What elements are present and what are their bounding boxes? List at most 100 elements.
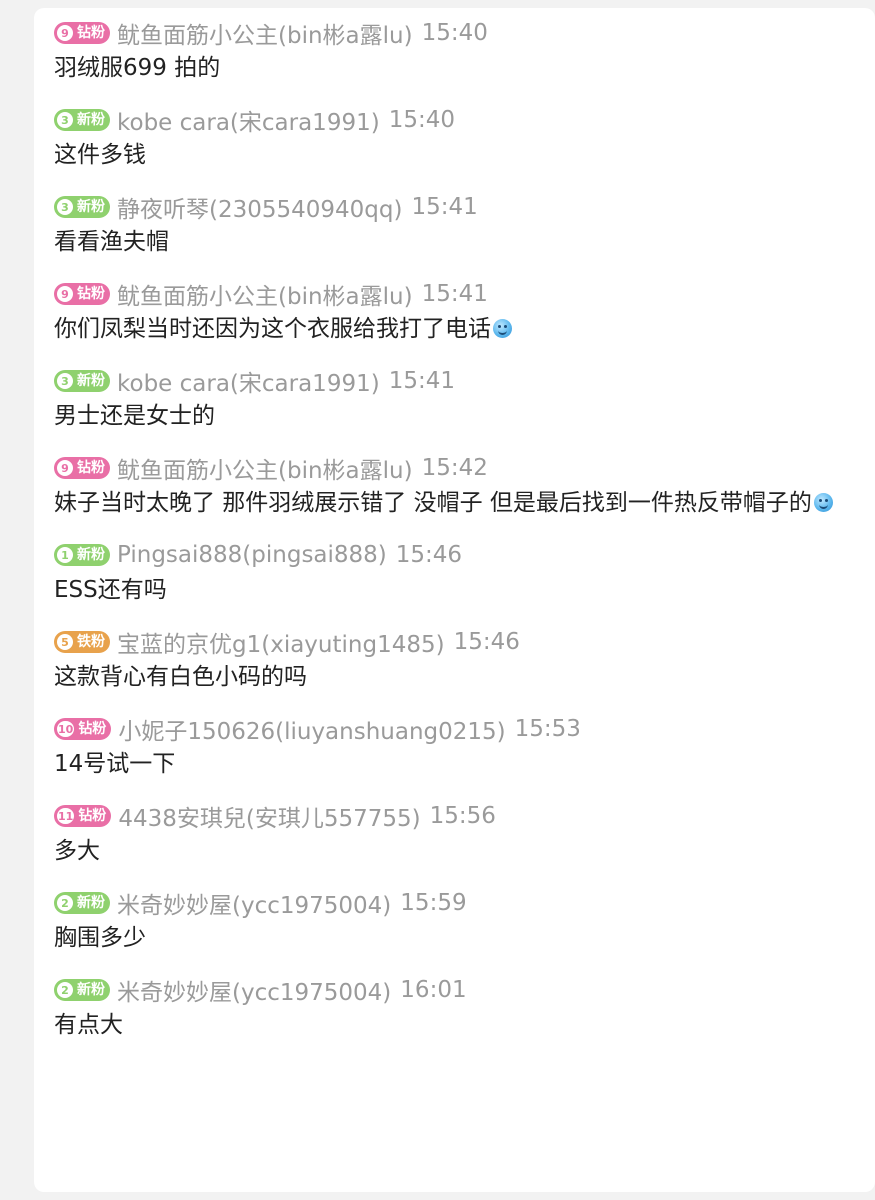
message-text-row: 这件多钱: [54, 137, 844, 173]
username[interactable]: kobe cara(宋cara1991): [117, 103, 380, 137]
username[interactable]: kobe cara(宋cara1991): [117, 364, 380, 398]
message-meta: 11 钻粉 4438安琪兒(安琪儿557755) 15:56: [54, 799, 844, 833]
message-meta: 2 新粉 米奇妙妙屋(ycc1975004) 16:01: [54, 973, 844, 1007]
timestamp: 15:40: [388, 107, 455, 133]
username[interactable]: 静夜听琴(2305540940qq): [117, 190, 402, 224]
message-text-row: 14号试一下: [54, 746, 844, 782]
message-text: 看看渔夫帽: [54, 229, 169, 255]
timestamp: 15:53: [514, 716, 581, 742]
username[interactable]: 小妮子150626(liuyanshuang0215): [118, 712, 505, 746]
badge-label: 钻粉: [78, 808, 107, 824]
message-meta: 9 钻粉 鱿鱼面筋小公主(bin彬a露lu) 15:41: [54, 277, 844, 311]
timestamp: 15:41: [388, 368, 455, 394]
message-meta: 9 钻粉 鱿鱼面筋小公主(bin彬a露lu) 15:42: [54, 451, 844, 485]
fan-level-badge: 3 新粉: [54, 370, 110, 392]
badge-level-number: 9: [57, 460, 73, 476]
badge-level-number: 11: [57, 808, 75, 824]
chat-message: 5 铁粉 宝蓝的京优g1(xiayuting1485) 15:46 这款背心有白色小码的…: [54, 627, 844, 695]
message-text: 多大: [54, 838, 100, 864]
username[interactable]: 鱿鱼面筋小公主(bin彬a露lu): [117, 451, 413, 485]
fan-level-badge: 2 新粉: [54, 979, 110, 1001]
badge-label: 新粉: [77, 547, 105, 563]
chat-message: 11 钻粉 4438安琪兒(安琪儿557755) 15:56 多大: [54, 801, 844, 869]
fan-level-badge: 3 新粉: [54, 196, 110, 218]
message-meta: 1 新粉 Pingsai888(pingsai888) 15:46: [54, 540, 844, 570]
message-text-row: 妹子当时太晚了 那件羽绒展示错了 没帽子 但是最后找到一件热反带帽子的: [54, 485, 844, 521]
message-text: 这款背心有白色小码的吗: [54, 664, 307, 690]
fan-level-badge: 9 钻粉: [54, 22, 110, 44]
timestamp: 15:41: [421, 281, 488, 307]
badge-level-number: 3: [57, 199, 73, 215]
chat-message: 10 钻粉 小妮子150626(liuyanshuang0215) 15:53 14号试…: [54, 714, 844, 782]
chat-message: 3 新粉 kobe cara(宋cara1991) 15:41 男士还是女士的: [54, 366, 844, 434]
message-text: 你们凤梨当时还因为这个衣服给我打了电话: [54, 316, 491, 342]
badge-label: 铁粉: [77, 634, 105, 650]
badge-label: 钻粉: [78, 721, 107, 737]
username[interactable]: 鱿鱼面筋小公主(bin彬a露lu): [117, 16, 413, 50]
fan-level-badge: 9 钻粉: [54, 457, 110, 479]
fan-level-badge: 1 新粉: [54, 544, 110, 566]
timestamp: 15:40: [421, 20, 488, 46]
badge-label: 新粉: [77, 112, 105, 128]
message-text: 男士还是女士的: [54, 403, 215, 429]
badge-level-number: 5: [57, 634, 73, 650]
fan-level-badge: 10 钻粉: [54, 718, 112, 740]
badge-level-number: 9: [57, 286, 73, 302]
badge-level-number: 10: [57, 721, 75, 737]
smile-emoji-icon: [813, 493, 833, 512]
badge-label: 钻粉: [77, 460, 105, 476]
fan-level-badge: 2 新粉: [54, 892, 110, 914]
badge-level-number: 3: [57, 373, 73, 389]
message-text: 有点大: [54, 1012, 123, 1038]
badge-level-number: 3: [57, 112, 73, 128]
message-text-row: 多大: [54, 833, 844, 869]
message-text: 14号试一下: [54, 751, 176, 777]
username[interactable]: 米奇妙妙屋(ycc1975004): [117, 886, 391, 920]
username[interactable]: 宝蓝的京优g1(xiayuting1485): [117, 625, 445, 659]
message-text-row: 看看渔夫帽: [54, 224, 844, 260]
username[interactable]: 米奇妙妙屋(ycc1975004): [117, 973, 391, 1007]
message-meta: 9 钻粉 鱿鱼面筋小公主(bin彬a露lu) 15:40: [54, 16, 844, 50]
username[interactable]: 鱿鱼面筋小公主(bin彬a露lu): [117, 277, 413, 311]
chat-message: 9 钻粉 鱿鱼面筋小公主(bin彬a露lu) 15:40 羽绒服699 拍的: [54, 18, 844, 86]
badge-label: 新粉: [77, 982, 105, 998]
chat-message: 2 新粉 米奇妙妙屋(ycc1975004) 15:59 胸围多少: [54, 888, 844, 956]
message-text: ESS还有吗: [54, 577, 167, 603]
chat-message: 3 新粉 kobe cara(宋cara1991) 15:40 这件多钱: [54, 105, 844, 173]
badge-label: 新粉: [77, 895, 105, 911]
timestamp: 15:56: [429, 803, 496, 829]
chat-message: 1 新粉 Pingsai888(pingsai888) 15:46 ESS还有吗: [54, 540, 844, 608]
message-list: 9 钻粉 鱿鱼面筋小公主(bin彬a露lu) 15:40 羽绒服699 拍的 3 新粉 kob…: [54, 18, 844, 1062]
message-text-row: 有点大: [54, 1007, 844, 1043]
timestamp: 15:46: [395, 542, 463, 568]
message-meta: 2 新粉 米奇妙妙屋(ycc1975004) 15:59: [54, 886, 844, 920]
smile-emoji-icon: [493, 319, 512, 338]
username[interactable]: 4438安琪兒(安琪儿557755): [118, 799, 420, 833]
chat-message: 2 新粉 米奇妙妙屋(ycc1975004) 16:01 有点大: [54, 975, 844, 1043]
message-meta: 10 钻粉 小妮子150626(liuyanshuang0215) 15:53: [54, 712, 844, 746]
fan-level-badge: 3 新粉: [54, 109, 110, 131]
message-meta: 3 新粉 静夜听琴(2305540940qq) 15:41: [54, 190, 844, 224]
chat-panel: 9 钻粉 鱿鱼面筋小公主(bin彬a露lu) 15:40 羽绒服699 拍的 3 新粉 kob…: [34, 8, 875, 1192]
timestamp: 15:59: [400, 890, 467, 916]
badge-label: 钻粉: [77, 286, 105, 302]
badge-level-number: 9: [57, 25, 73, 41]
fan-level-badge: 5 铁粉: [54, 631, 110, 653]
badge-level-number: 2: [57, 895, 73, 911]
fan-level-badge: 9 钻粉: [54, 283, 110, 305]
message-text: 胸围多少: [54, 925, 146, 951]
badge-label: 新粉: [77, 199, 105, 215]
badge-label: 新粉: [77, 373, 105, 389]
timestamp: 16:01: [400, 977, 467, 1003]
message-meta: 3 新粉 kobe cara(宋cara1991) 15:40: [54, 103, 844, 137]
username[interactable]: Pingsai888(pingsai888): [117, 542, 387, 568]
fan-level-badge: 11 钻粉: [54, 805, 112, 827]
message-text-row: 你们凤梨当时还因为这个衣服给我打了电话: [54, 311, 844, 347]
message-meta: 3 新粉 kobe cara(宋cara1991) 15:41: [54, 364, 844, 398]
badge-level-number: 1: [57, 547, 73, 563]
chat-message: 3 新粉 静夜听琴(2305540940qq) 15:41 看看渔夫帽: [54, 192, 844, 260]
message-text: 羽绒服699 拍的: [54, 55, 221, 81]
message-text-row: 男士还是女士的: [54, 398, 844, 434]
message-text-row: 胸围多少: [54, 920, 844, 956]
message-text-row: 这款背心有白色小码的吗: [54, 659, 844, 695]
